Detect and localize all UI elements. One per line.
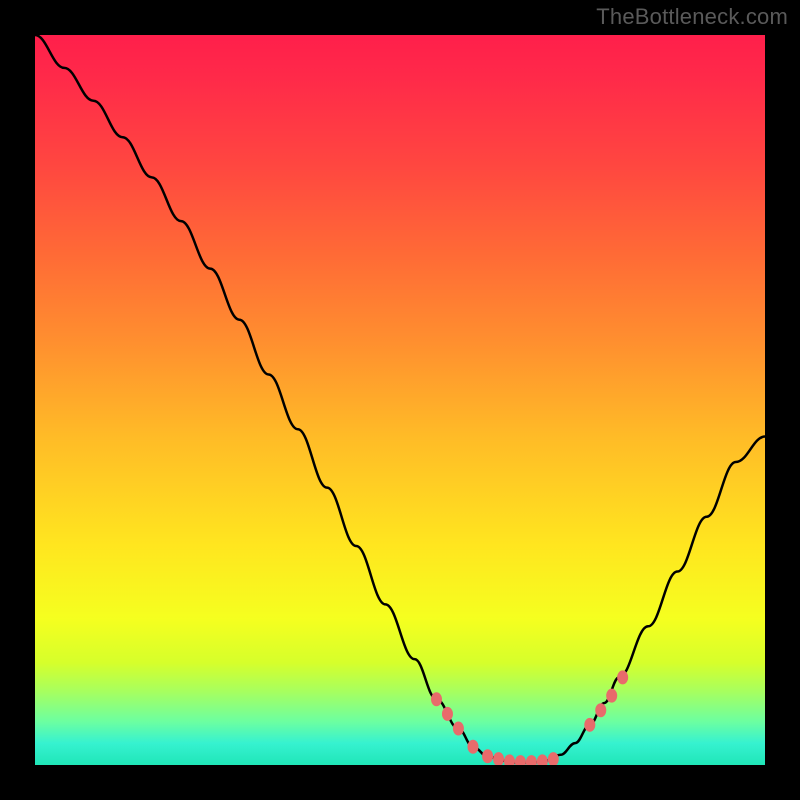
watermark-text: TheBottleneck.com bbox=[596, 4, 788, 30]
curve-marker bbox=[442, 707, 453, 721]
curve-marker bbox=[431, 692, 442, 706]
curve-marker bbox=[584, 718, 595, 732]
chart-plot-area bbox=[35, 35, 765, 765]
curve-marker bbox=[468, 740, 479, 754]
curve-marker bbox=[617, 670, 628, 684]
curve-marker bbox=[453, 722, 464, 736]
curve-marker bbox=[493, 752, 504, 765]
chart-frame: TheBottleneck.com bbox=[0, 0, 800, 800]
curve-marker bbox=[482, 749, 493, 763]
curve-marker bbox=[595, 703, 606, 717]
curve-marker bbox=[526, 755, 537, 765]
bottleneck-curve bbox=[35, 35, 765, 763]
curve-marker bbox=[537, 754, 548, 765]
bottleneck-curve-svg bbox=[35, 35, 765, 765]
marker-group bbox=[431, 670, 628, 765]
curve-marker bbox=[515, 755, 526, 765]
curve-marker bbox=[548, 752, 559, 765]
curve-marker bbox=[504, 754, 515, 765]
plot-inner bbox=[35, 35, 765, 765]
curve-marker bbox=[606, 689, 617, 703]
